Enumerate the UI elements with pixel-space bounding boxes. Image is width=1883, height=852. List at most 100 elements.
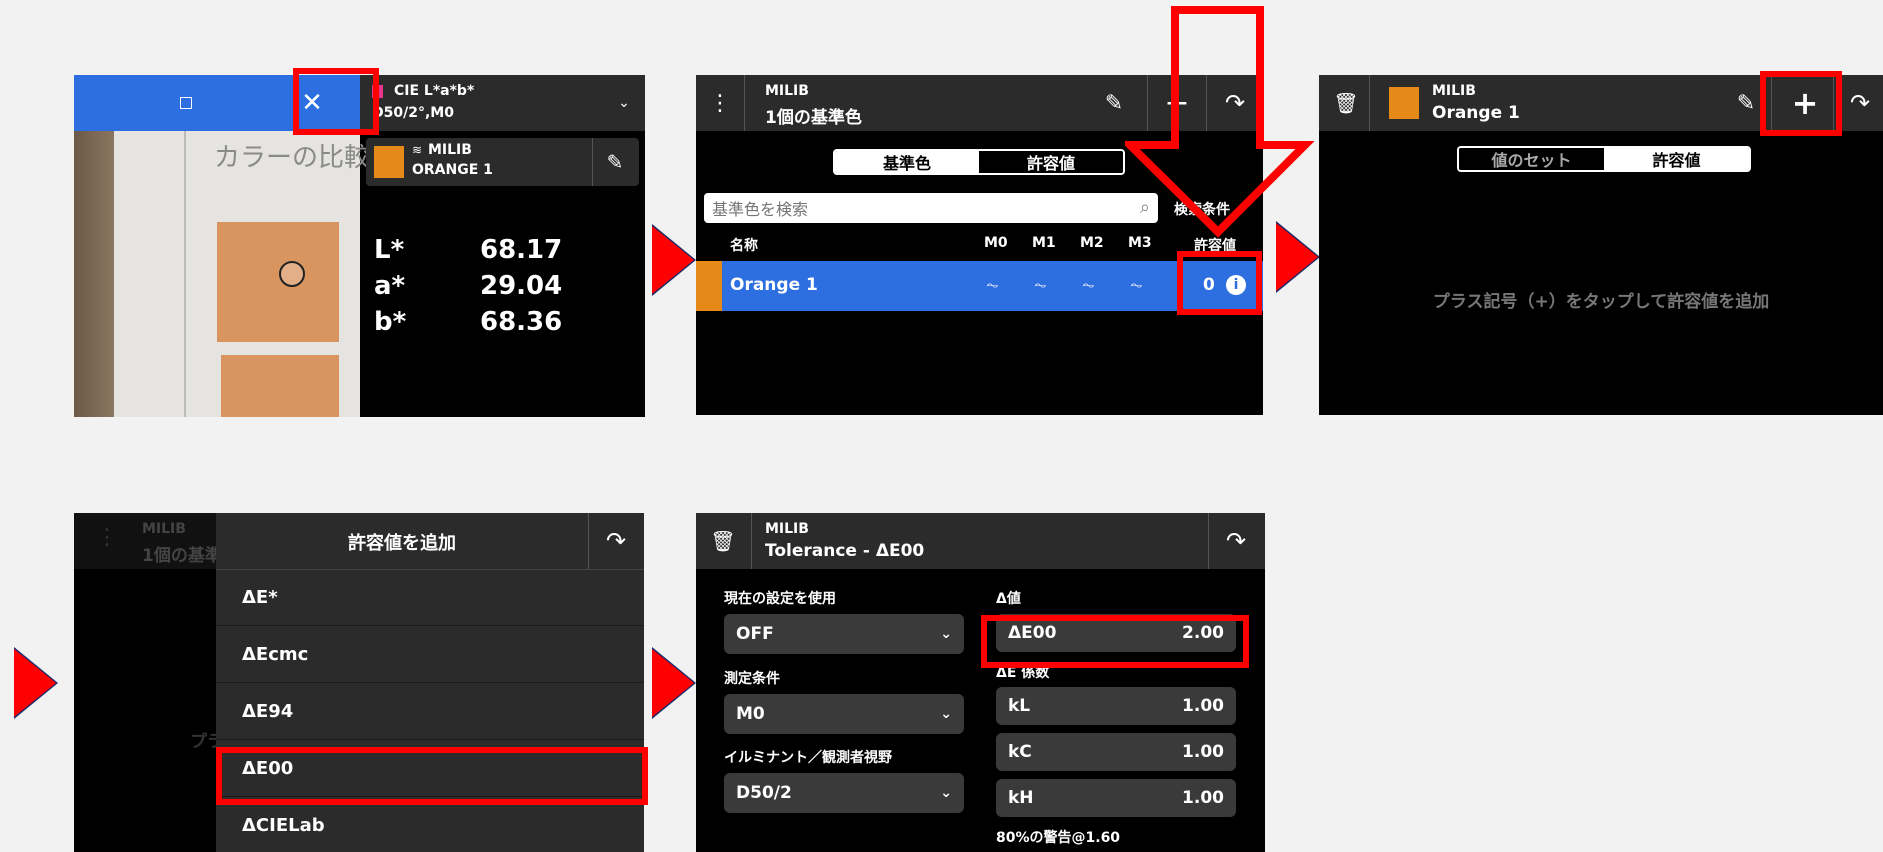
value-number: 68.36: [480, 307, 563, 337]
sample-swatch: [374, 146, 404, 178]
menu-item-decmc[interactable]: ΔEcmc: [216, 627, 644, 683]
kh-field[interactable]: kH 1.00: [996, 779, 1236, 817]
library-icon: ≋: [412, 143, 423, 157]
color-space-label: CIE L*a*b*: [394, 83, 475, 99]
share-button[interactable]: ↷: [1216, 523, 1256, 559]
share-icon: ↷: [1225, 527, 1247, 555]
empty-hint: プラス記号（+）をタップして許容値を追加: [1432, 292, 1770, 312]
kebab-icon: ⋮: [96, 525, 118, 550]
flow-arrow: [652, 649, 694, 717]
close-button[interactable]: ✕: [292, 83, 332, 123]
close-icon: ✕: [301, 88, 323, 118]
add-tolerance-sheet: 許容値を追加 ↷ ΔE* ΔEcmc ΔE94 ΔE00 ΔCIELab: [216, 513, 644, 852]
measurement-label: 測定条件: [724, 671, 780, 687]
value-row-a: a* 29.04: [374, 271, 634, 307]
sample-header: 🗑 MILIB Orange 1 ✎ + ↷: [1319, 75, 1883, 131]
spectrum-icon: ⏦: [1130, 275, 1144, 294]
flow-arrow: [652, 226, 694, 294]
sheet-header: 許容値を追加 ↷: [216, 513, 644, 570]
edit-button[interactable]: ✎: [1729, 85, 1763, 121]
orange-patch: [217, 222, 339, 342]
trash-icon: 🗑: [1333, 91, 1359, 115]
spectrum-icon: ⏦: [1082, 275, 1096, 294]
panel-tolerance-detail: 🗑 MILIB Tolerance - ΔE00 ↷ 現在の設定を使用 OFF …: [696, 513, 1265, 852]
field-label: kH: [1008, 788, 1034, 808]
tolerance-count: 0: [1203, 275, 1215, 295]
search-box[interactable]: ⌕: [704, 193, 1158, 223]
menu-item-de94[interactable]: ΔE94: [216, 684, 644, 740]
header-swatch: [1389, 87, 1419, 119]
table-row[interactable]: Orange 1 ⏦ ⏦ ⏦ ⏦ 0 i: [696, 261, 1263, 311]
value-number: 29.04: [480, 271, 563, 301]
header-library: MILIB: [1432, 83, 1476, 99]
kebab-icon: ⋮: [709, 90, 731, 116]
down-arrow: [1125, 6, 1315, 238]
divider: [751, 513, 752, 569]
delete-button[interactable]: 🗑: [708, 523, 738, 559]
flow-arrow: [1276, 223, 1318, 291]
divider: [1208, 513, 1209, 569]
use-current-select[interactable]: OFF ⌄: [724, 614, 964, 654]
sample-name: ORANGE 1: [412, 162, 493, 178]
share-icon: ↷: [1849, 89, 1871, 117]
info-icon[interactable]: i: [1226, 275, 1246, 295]
info-header[interactable]: CIE L*a*b* D50/2°,M0 ⌄: [360, 75, 645, 131]
field-value: 1.00: [1182, 696, 1224, 716]
menu-item-decielab[interactable]: ΔCIELab: [216, 798, 644, 852]
delta-field[interactable]: ΔE00 2.00: [996, 614, 1236, 652]
delta-label: Δ値: [996, 591, 1021, 607]
bg-subtitle: 1個の基準: [142, 546, 222, 566]
value-row-l: L* 68.17: [374, 235, 634, 271]
menu-item-de00[interactable]: ΔE00: [216, 741, 644, 797]
illuminant-select[interactable]: D50/2 ⌄: [724, 773, 964, 813]
header-title: Tolerance - ΔE00: [765, 541, 925, 561]
col-name: 名称: [730, 238, 758, 254]
kc-field[interactable]: kC 1.00: [996, 733, 1236, 771]
value-label: a*: [374, 271, 406, 301]
divider: [1833, 75, 1834, 131]
col-m2: M2: [1080, 235, 1104, 251]
value-row-b: b* 68.36: [374, 307, 634, 343]
pencil-icon: ✎: [1736, 90, 1756, 116]
tolerance-header: 🗑 MILIB Tolerance - ΔE00 ↷: [696, 513, 1265, 569]
field-label: kL: [1008, 696, 1031, 716]
spectrum-icon: ⏦: [1034, 275, 1048, 294]
kl-field[interactable]: kL 1.00: [996, 687, 1236, 725]
flow-arrow: [14, 649, 56, 717]
delete-button[interactable]: 🗑: [1331, 85, 1361, 121]
tab-tolerance[interactable]: 許容値: [979, 151, 1123, 173]
lab-values: L* 68.17 a* 29.04 b* 68.36: [374, 235, 634, 343]
trash-icon: 🗑: [710, 529, 736, 553]
panel-add-tolerance: ⋮ MILIB 1個の基準 プラ 許容値を追加 ↷ ΔE* ΔEcmc ΔE94…: [74, 513, 644, 852]
field-label: ΔE00: [1008, 623, 1057, 643]
spectrum-icon: ⏦: [986, 275, 1000, 294]
field-value: 2.00: [1182, 623, 1224, 643]
add-tolerance-button[interactable]: +: [1784, 83, 1826, 123]
divider: [744, 75, 745, 131]
chevron-down-icon[interactable]: ⌄: [612, 91, 636, 115]
field-label: kC: [1008, 742, 1032, 762]
tab-value-sets[interactable]: 値のセット: [1459, 148, 1604, 170]
panel-sample: 🗑 MILIB Orange 1 ✎ + ↷ 値のセット 許容値 プラス記号（+…: [1319, 75, 1883, 415]
share-button[interactable]: ↷: [1841, 85, 1879, 121]
pencil-icon: ✎: [1104, 90, 1124, 116]
edit-button[interactable]: ✎: [600, 148, 630, 176]
sample-library: MILIB: [428, 142, 472, 158]
square-icon[interactable]: [174, 91, 198, 115]
target-reticle: [279, 261, 305, 287]
panel-measurement: カラーの比較 ✕ CIE L*a*b* D50/2°,M0 ⌄ ≋ MILIB …: [74, 75, 645, 417]
menu-item-de[interactable]: ΔE*: [216, 570, 644, 626]
chevron-down-icon: ⌄: [940, 706, 952, 722]
divider: [1771, 75, 1772, 131]
tab-tolerance[interactable]: 許容値: [1604, 148, 1749, 170]
share-button[interactable]: ↷: [596, 523, 636, 559]
sample-card[interactable]: ≋ MILIB ORANGE 1 ✎: [366, 138, 639, 186]
tab-standards[interactable]: 基準色: [835, 151, 979, 173]
value-label: b*: [374, 307, 407, 337]
overlay-text: カラーの比較: [214, 143, 371, 173]
measurement-select[interactable]: M0 ⌄: [724, 694, 964, 734]
more-menu-button[interactable]: ⋮: [706, 83, 734, 123]
search-input[interactable]: [710, 196, 1114, 222]
coef-label: ΔE 係数: [996, 665, 1050, 681]
col-m0: M0: [984, 235, 1008, 251]
